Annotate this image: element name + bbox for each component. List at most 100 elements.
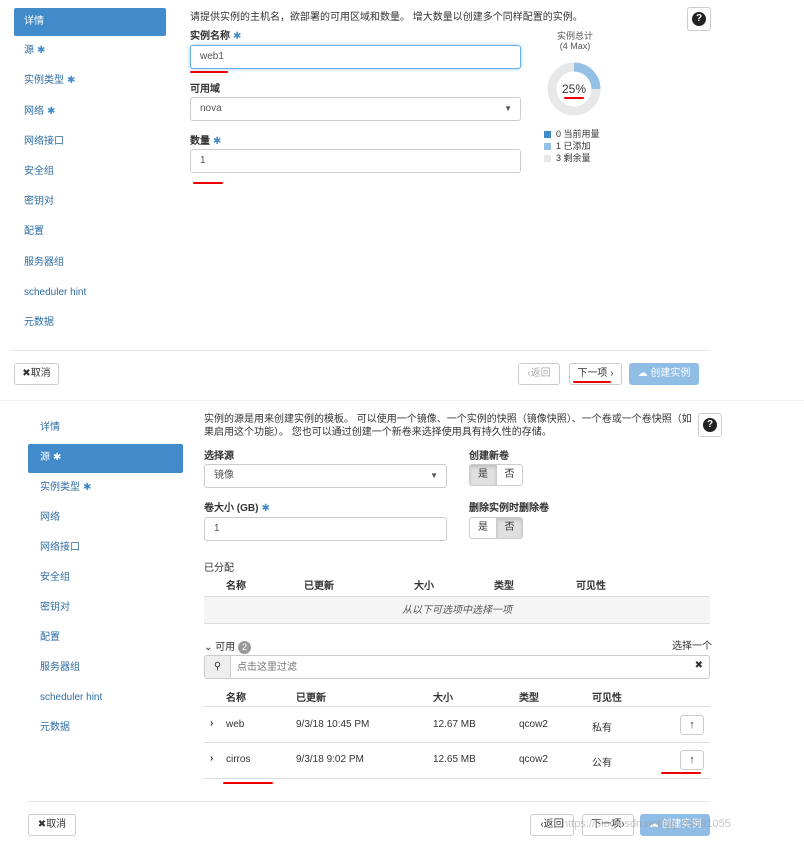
- caret-down-icon: ▼: [430, 471, 438, 480]
- yes-option[interactable]: 是: [470, 465, 496, 485]
- caret-down-icon: ▼: [504, 104, 512, 113]
- new-volume-label: 创建新卷: [469, 451, 509, 462]
- yes-option[interactable]: 是: [470, 518, 496, 538]
- arrow-up-icon: ↑: [689, 719, 695, 731]
- annotation-underline: [573, 381, 611, 383]
- nav-configuration[interactable]: 配置: [14, 218, 166, 246]
- nav-server-group[interactable]: 服务器组: [14, 249, 166, 277]
- panel2-description: 实例的源是用来创建实例的模板。 可以使用一个镜像、一个实例的快照（镜像快照）、一…: [204, 414, 692, 438]
- nav-details[interactable]: 详情: [28, 414, 183, 443]
- nav-network[interactable]: 网络: [28, 504, 183, 533]
- quota-legend: 0 当前用量 1 已添加 3 剩余量: [544, 128, 600, 164]
- required-icon: ✱: [213, 136, 222, 147]
- col-name: 名称: [226, 581, 246, 592]
- row-name: web: [226, 719, 245, 730]
- new-volume-toggle: 是 否: [469, 464, 523, 486]
- legend-added: 1 已添加: [544, 140, 600, 152]
- nav-security-group[interactable]: 安全组: [28, 564, 183, 593]
- back-button[interactable]: ‹返回: [518, 363, 560, 385]
- legend-swatch: [544, 155, 551, 163]
- help-button[interactable]: ?: [698, 413, 722, 437]
- col-name: 名称: [226, 693, 246, 704]
- no-option[interactable]: 否: [496, 465, 522, 485]
- create-instance-button[interactable]: ☁ 创建实例: [629, 363, 699, 385]
- nav-details[interactable]: 详情: [14, 8, 166, 36]
- nav-configuration[interactable]: 配置: [28, 624, 183, 653]
- clear-filter-icon[interactable]: ✖: [695, 660, 703, 671]
- divider: [204, 778, 710, 779]
- nav-network-port[interactable]: 网络接口: [14, 128, 166, 156]
- col-updated: 已更新: [304, 581, 334, 592]
- nav-network-port[interactable]: 网络接口: [28, 534, 183, 563]
- filter-box: ⚲ ✖: [204, 655, 710, 679]
- no-option[interactable]: 否: [496, 518, 522, 538]
- panel1-description: 请提供实例的主机名，欲部署的可用区域和数量。 增大数量以创建多个同样配置的实例。: [190, 12, 583, 23]
- chevron-right-icon[interactable]: ›: [210, 753, 213, 764]
- nav-flavor[interactable]: 实例类型 ✱: [14, 67, 166, 95]
- help-button[interactable]: ?: [687, 7, 711, 31]
- volume-size-label: 卷大小 (GB) ✱: [204, 503, 270, 514]
- delete-volume-toggle: 是 否: [469, 517, 523, 539]
- annotation-underline: [564, 97, 584, 99]
- nav-network[interactable]: 网络 ✱: [14, 98, 166, 126]
- row-size: 12.67 MB: [433, 719, 476, 730]
- count-badge: 2: [237, 641, 251, 654]
- select-one-text: 选择一个: [672, 641, 712, 652]
- col-type: 类型: [494, 581, 514, 592]
- help-icon: ?: [703, 418, 717, 432]
- az-select[interactable]: nova ▼: [190, 97, 521, 121]
- nav-metadata[interactable]: 元数据: [28, 714, 183, 743]
- chevron-down-icon: ⌄: [204, 642, 213, 653]
- row-name: cirros: [226, 754, 251, 765]
- cancel-button[interactable]: ✖取消: [14, 363, 59, 385]
- col-visibility: 可见性: [592, 693, 622, 704]
- required-icon: ✱: [261, 503, 270, 514]
- cancel-button[interactable]: ✖取消: [28, 814, 76, 836]
- nav-source[interactable]: 源 ✱: [14, 37, 166, 65]
- available-toggle[interactable]: ⌄ 可用 2: [204, 638, 251, 654]
- required-icon: ✱: [37, 45, 46, 56]
- volume-size-input[interactable]: 1: [204, 517, 447, 541]
- arrow-up-icon: ↑: [689, 754, 695, 766]
- divider: [204, 742, 710, 743]
- required-icon: ✱: [47, 106, 56, 117]
- legend-swatch: [544, 143, 551, 151]
- legend-swatch: [544, 131, 551, 139]
- divider: [204, 706, 710, 707]
- nav-server-group[interactable]: 服务器组: [28, 654, 183, 683]
- nav-keypair[interactable]: 密钥对: [28, 594, 183, 623]
- allocate-button[interactable]: ↑: [680, 750, 704, 770]
- panel-separator: [0, 400, 804, 401]
- search-icon: ⚲: [205, 656, 231, 678]
- row-updated: 9/3/18 9:02 PM: [296, 754, 364, 765]
- row-type: qcow2: [519, 719, 548, 730]
- filter-input[interactable]: [235, 658, 675, 676]
- divider: [10, 350, 710, 351]
- row-visibility: 私有: [592, 723, 612, 734]
- nav-scheduler-hint[interactable]: scheduler hint: [14, 279, 166, 307]
- nav-source[interactable]: 源 ✱: [28, 444, 183, 473]
- source-select[interactable]: 镜像 ▼: [204, 464, 447, 488]
- row-updated: 9/3/18 10:45 PM: [296, 719, 370, 730]
- divider: [28, 801, 710, 802]
- az-label: 可用域: [190, 84, 220, 95]
- nav-keypair[interactable]: 密钥对: [14, 188, 166, 216]
- source-label: 选择源: [204, 451, 234, 462]
- quota-max: (4 Max): [559, 41, 591, 51]
- row-size: 12.65 MB: [433, 754, 476, 765]
- delete-volume-label: 删除实例时删除卷: [469, 503, 549, 514]
- nav-flavor[interactable]: 实例类型 ✱: [28, 474, 183, 503]
- nav-metadata[interactable]: 元数据: [14, 309, 166, 337]
- required-icon: ✱: [83, 482, 92, 493]
- col-visibility: 可见性: [576, 581, 606, 592]
- help-icon: ?: [692, 12, 706, 26]
- close-icon: ✖: [37, 819, 47, 830]
- nav-scheduler-hint[interactable]: scheduler hint: [28, 684, 183, 713]
- allocate-button[interactable]: ↑: [680, 715, 704, 735]
- instance-name-input[interactable]: web1: [190, 45, 521, 69]
- chevron-right-icon[interactable]: ›: [210, 718, 213, 729]
- nav-security-group[interactable]: 安全组: [14, 158, 166, 186]
- count-input[interactable]: 1: [190, 149, 521, 173]
- annotation-underline: [193, 182, 223, 184]
- col-updated: 已更新: [296, 693, 326, 704]
